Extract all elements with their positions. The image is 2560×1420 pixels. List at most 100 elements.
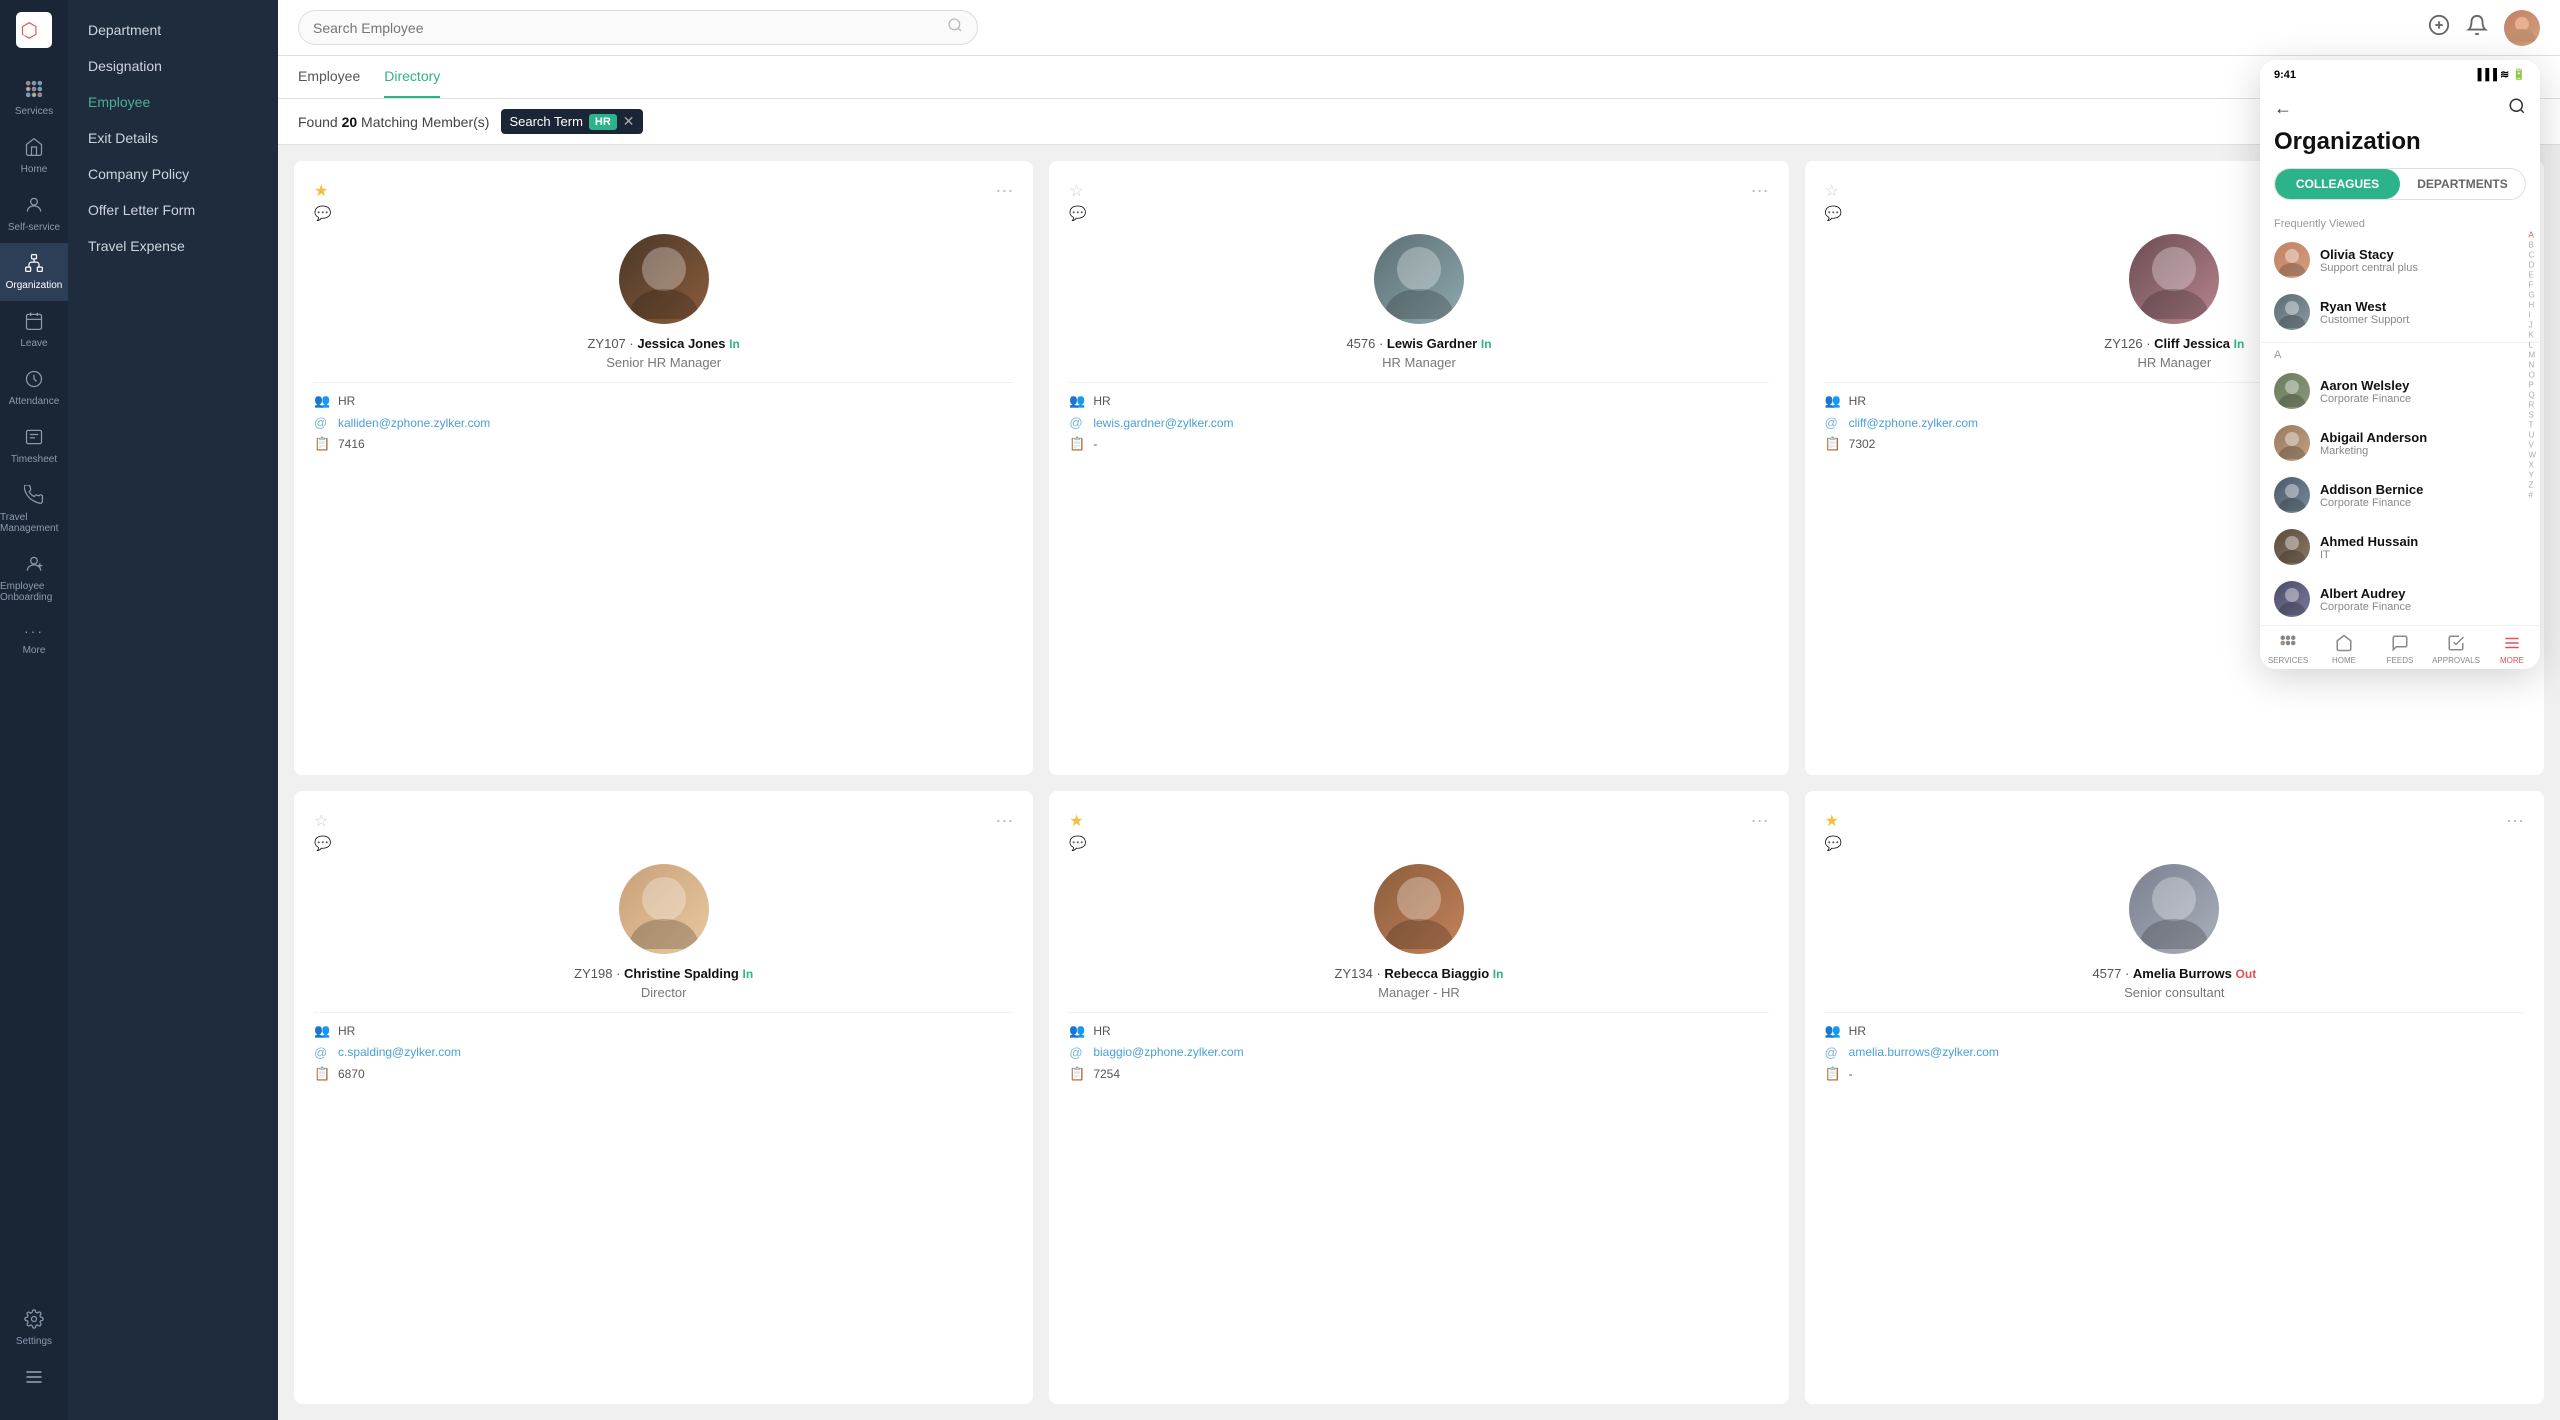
bell-icon[interactable] [2466,14,2488,41]
chat-icon[interactable]: 💬 [1069,205,1086,222]
sidebar-item-travel-expense[interactable]: Travel Expense [68,228,278,264]
nav-organization[interactable]: Organization [0,243,68,301]
email-link[interactable]: amelia.burrows@zylker.com [1849,1045,1999,1059]
mobile-back-button[interactable]: ← [2274,98,2292,119]
nav-home[interactable]: Home [0,127,68,185]
email-link[interactable]: biaggio@zphone.zylker.com [1093,1045,1243,1059]
mobile-person[interactable]: Addison Bernice Corporate Finance [2260,469,2540,521]
phone-icon: 📋 [1825,436,1841,452]
sidebar-item-company-policy[interactable]: Company Policy [68,156,278,192]
alpha-letter[interactable]: Q [2528,390,2536,399]
nav-travel[interactable]: Travel Management [0,475,68,544]
logo[interactable]: ⬡ Z [16,12,52,53]
alpha-letter[interactable]: I [2528,310,2536,319]
sidebar-item-employee[interactable]: Employee [68,84,278,120]
alpha-letter[interactable]: E [2528,270,2536,279]
search-box[interactable] [298,10,978,45]
mobile-colleague-dept: Support central plus [2320,262,2526,274]
search-input[interactable] [313,20,939,36]
alpha-letter[interactable]: X [2528,460,2536,469]
mobile-colleague[interactable]: Ryan West Customer Support [2260,286,2540,338]
phone-icon: 📋 [1069,1066,1085,1082]
mobile-person[interactable]: Abigail Anderson Marketing [2260,417,2540,469]
nav-settings[interactable]: Settings [16,1299,52,1357]
nav-attendance[interactable]: Attendance [0,359,68,417]
alpha-letter[interactable]: K [2528,330,2536,339]
chat-icon[interactable]: 💬 [314,205,331,222]
add-icon[interactable] [2428,14,2450,41]
sidebar-item-department[interactable]: Department [68,12,278,48]
email-link[interactable]: cliff@zphone.zylker.com [1849,416,1978,430]
card-dots-menu[interactable]: ⋯ [2506,811,2524,832]
star-icon[interactable]: ☆ [314,811,331,831]
mobile-bottom-services[interactable]: SERVICES [2260,634,2316,665]
alpha-letter[interactable]: G [2528,290,2536,299]
mobile-bottom-approvals[interactable]: APPROVALS [2428,634,2484,665]
card-action-icons: ★ 💬 [1069,811,1086,852]
sidebar-item-designation[interactable]: Designation [68,48,278,84]
tab-employee[interactable]: Employee [298,56,360,98]
nav-timesheet[interactable]: Timesheet [0,417,68,475]
alpha-letter[interactable]: N [2528,360,2536,369]
mobile-search-icon[interactable] [2508,97,2526,120]
user-avatar[interactable] [2504,10,2540,46]
card-dots-menu[interactable]: ⋯ [995,811,1013,832]
alpha-letter[interactable]: P [2528,380,2536,389]
alpha-letter[interactable]: S [2528,410,2536,419]
alpha-letter[interactable]: R [2528,400,2536,409]
alpha-letter[interactable]: A [2528,230,2536,239]
nav-onboarding[interactable]: Employee Onboarding [0,544,68,613]
mobile-person-info: Aaron Welsley Corporate Finance [2320,378,2526,405]
card-dots-menu[interactable]: ⋯ [1751,811,1769,832]
star-icon[interactable]: ☆ [1069,181,1086,201]
alpha-letter[interactable]: C [2528,250,2536,259]
alpha-letter[interactable]: V [2528,440,2536,449]
chat-icon[interactable]: 💬 [1825,835,1842,852]
mobile-tab-colleagues[interactable]: COLLEAGUES [2275,169,2400,199]
alpha-letter[interactable]: T [2528,420,2536,429]
mobile-bottom-home[interactable]: HOME [2316,634,2372,665]
alpha-letter[interactable]: # [2528,490,2536,499]
star-icon[interactable]: ★ [1069,811,1086,831]
mobile-person[interactable]: Aaron Welsley Corporate Finance [2260,365,2540,417]
nav-hamburger[interactable] [16,1357,52,1400]
email-link[interactable]: c.spalding@zylker.com [338,1045,461,1059]
mobile-tab-departments[interactable]: DEPARTMENTS [2400,169,2525,199]
email-link[interactable]: lewis.gardner@zylker.com [1093,416,1233,430]
alpha-letter[interactable]: L [2528,340,2536,349]
card-dots-menu[interactable]: ⋯ [995,181,1013,202]
card-dots-menu[interactable]: ⋯ [1751,181,1769,202]
alpha-letter[interactable]: U [2528,430,2536,439]
alpha-letter[interactable]: Y [2528,470,2536,479]
chat-icon[interactable]: 💬 [314,835,331,852]
sidebar-item-exit-details[interactable]: Exit Details [68,120,278,156]
nav-more[interactable]: ··· More [0,613,68,666]
star-icon[interactable]: ★ [314,181,331,201]
chat-icon[interactable]: 💬 [1825,205,1842,222]
alpha-letter[interactable]: W [2528,450,2536,459]
chat-icon[interactable]: 💬 [1069,835,1086,852]
mobile-person[interactable]: Albert Audrey Corporate Finance [2260,573,2540,625]
alpha-letter[interactable]: B [2528,240,2536,249]
nav-services[interactable]: Services [0,69,68,127]
main-area: Employee Directory Found 20 Matching Mem… [278,0,2560,1420]
sidebar-item-offer-letter[interactable]: Offer Letter Form [68,192,278,228]
star-icon[interactable]: ★ [1825,811,1842,831]
alpha-letter[interactable]: D [2528,260,2536,269]
remove-filter-button[interactable]: ✕ [623,113,635,130]
mobile-person[interactable]: Ahmed Hussain IT [2260,521,2540,573]
email-link[interactable]: kalliden@zphone.zylker.com [338,416,490,430]
mobile-bottom-more[interactable]: MORE [2484,634,2540,665]
alpha-letter[interactable]: F [2528,280,2536,289]
alpha-letter[interactable]: O [2528,370,2536,379]
alpha-letter[interactable]: M [2528,350,2536,359]
star-icon[interactable]: ☆ [1825,181,1842,201]
tab-directory[interactable]: Directory [384,56,440,98]
alpha-letter[interactable]: Z [2528,480,2536,489]
mobile-bottom-feeds[interactable]: FEEDS [2372,634,2428,665]
nav-self-service[interactable]: Self-service [0,185,68,243]
alpha-letter[interactable]: H [2528,300,2536,309]
nav-leave[interactable]: Leave [0,301,68,359]
alpha-letter[interactable]: J [2528,320,2536,329]
mobile-colleague[interactable]: Olivia Stacy Support central plus [2260,234,2540,286]
